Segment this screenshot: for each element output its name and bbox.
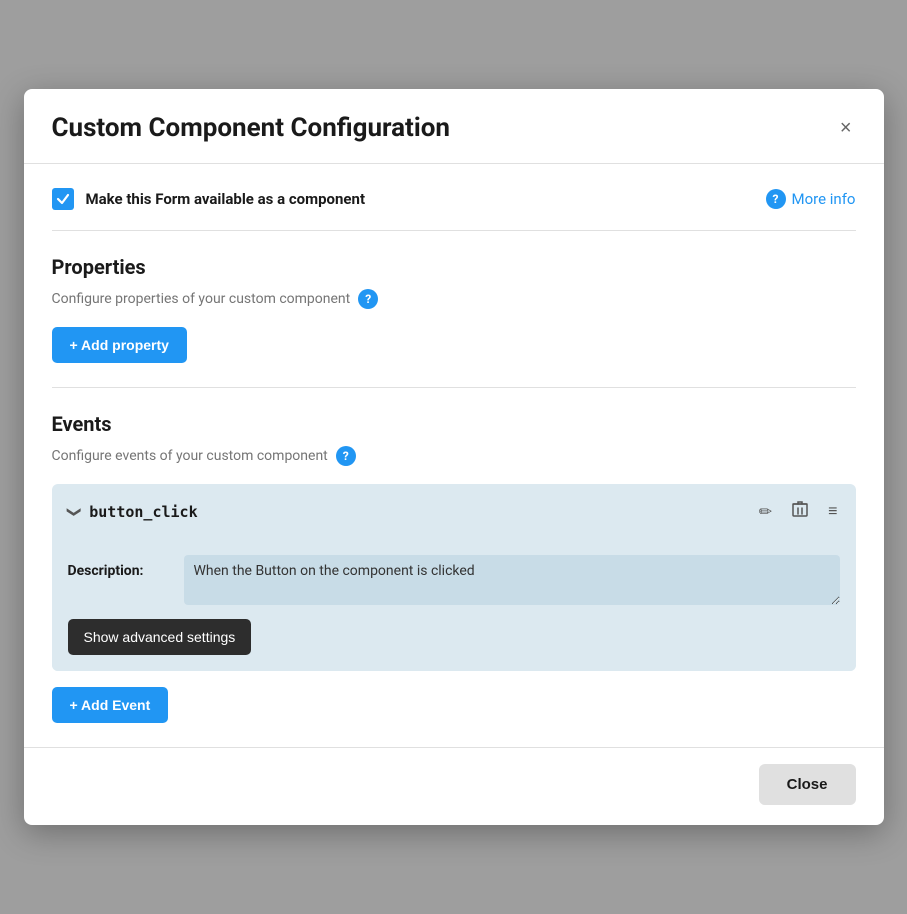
event-header: ❯ button_click ✏ bbox=[52, 484, 856, 539]
show-advanced-settings-button[interactable]: Show advanced settings bbox=[68, 619, 252, 655]
checkbox-left: Make this Form available as a component bbox=[52, 188, 366, 210]
events-desc: Configure events of your custom componen… bbox=[52, 446, 856, 466]
chevron-down-icon[interactable]: ❯ bbox=[65, 506, 81, 518]
modal-title: Custom Component Configuration bbox=[52, 113, 450, 143]
events-title: Events bbox=[52, 412, 856, 436]
events-help-icon[interactable]: ? bbox=[336, 446, 356, 466]
modal-close-button[interactable]: × bbox=[836, 114, 856, 142]
properties-title: Properties bbox=[52, 255, 856, 279]
add-property-button[interactable]: + Add property bbox=[52, 327, 187, 363]
check-icon bbox=[56, 192, 70, 206]
modal-body: Make this Form available as a component … bbox=[24, 164, 884, 747]
close-footer-button[interactable]: Close bbox=[759, 764, 856, 805]
more-info-link[interactable]: ? More info bbox=[766, 189, 856, 209]
description-field-row: Description: When the Button on the comp… bbox=[68, 555, 840, 605]
menu-event-button[interactable]: ≡ bbox=[826, 501, 839, 523]
edit-event-button[interactable]: ✏ bbox=[757, 500, 774, 524]
description-textarea[interactable]: When the Button on the component is clic… bbox=[184, 555, 840, 605]
more-info-icon: ? bbox=[766, 189, 786, 209]
modal-dialog: Custom Component Configuration × Make th… bbox=[24, 89, 884, 825]
section-divider bbox=[52, 387, 856, 388]
properties-section: Properties Configure properties of your … bbox=[52, 255, 856, 363]
make-component-label: Make this Form available as a component bbox=[86, 190, 366, 208]
event-header-left: ❯ button_click bbox=[68, 503, 198, 521]
event-card: ❯ button_click ✏ bbox=[52, 484, 856, 671]
add-event-button[interactable]: + Add Event bbox=[52, 687, 169, 723]
event-actions: ✏ ≡ bbox=[757, 498, 840, 525]
properties-desc: Configure properties of your custom comp… bbox=[52, 289, 856, 309]
modal-backdrop: Custom Component Configuration × Make th… bbox=[0, 0, 907, 914]
event-name: button_click bbox=[89, 503, 197, 521]
make-component-checkbox[interactable] bbox=[52, 188, 74, 210]
make-component-row: Make this Form available as a component … bbox=[52, 188, 856, 231]
events-section: Events Configure events of your custom c… bbox=[52, 412, 856, 723]
more-info-label: More info bbox=[792, 190, 856, 208]
modal-footer: Close bbox=[24, 747, 884, 825]
event-body: Description: When the Button on the comp… bbox=[52, 539, 856, 671]
properties-help-icon[interactable]: ? bbox=[358, 289, 378, 309]
delete-event-button[interactable] bbox=[790, 498, 810, 525]
description-label: Description: bbox=[68, 555, 168, 579]
modal-header: Custom Component Configuration × bbox=[24, 89, 884, 164]
